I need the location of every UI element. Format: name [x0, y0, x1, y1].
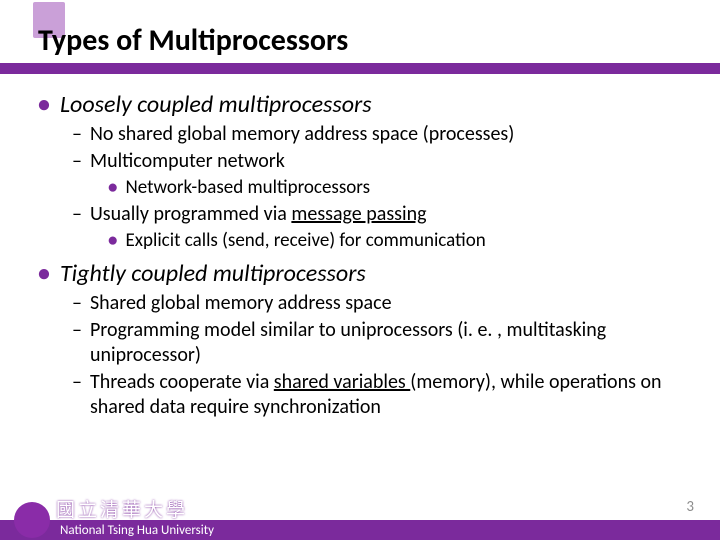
bullet-icon: •: [38, 90, 50, 120]
slide-footer: 國立清華大學 National Tsing Hua University 3: [0, 500, 720, 540]
bullet-text: Multicomputer network: [90, 149, 285, 174]
bullet-level2: – No shared global memory address space …: [72, 122, 690, 147]
bullet-level2: – Programming model similar to uniproces…: [72, 318, 690, 368]
page-number: 3: [686, 498, 694, 516]
university-name-chinese: 國立清華大學: [56, 495, 188, 522]
slide-content: • Loosely coupled multiprocessors – No s…: [0, 74, 720, 420]
slide-header: Types of Multiprocessors: [0, 0, 720, 59]
bullet-level1: • Loosely coupled multiprocessors: [38, 90, 690, 120]
bullet-icon: •: [38, 259, 50, 289]
bullet-text: Shared global memory address space: [90, 291, 392, 316]
bullet-level3: • Explicit calls (send, receive) for com…: [108, 229, 690, 253]
dash-icon: –: [72, 291, 82, 316]
bullet-level2: – Shared global memory address space: [72, 291, 690, 316]
university-seal-icon: [14, 502, 50, 538]
bullet-icon: •: [108, 229, 117, 253]
bullet-level2: – Threads cooperate via shared variables…: [72, 370, 690, 420]
university-name: National Tsing Hua University: [60, 523, 214, 538]
bullet-text: Threads cooperate via shared variables (…: [90, 370, 690, 420]
bullet-level3: • Network-based multiprocessors: [108, 176, 690, 200]
dash-icon: –: [72, 122, 82, 147]
bullet-text: Explicit calls (send, receive) for commu…: [125, 229, 485, 253]
bullet-icon: •: [108, 176, 117, 200]
bullet-level1: • Tightly coupled multiprocessors: [38, 259, 690, 289]
bullet-text: Tightly coupled multiprocessors: [60, 259, 366, 289]
bullet-text: Programming model similar to uniprocesso…: [90, 318, 690, 368]
bullet-text: Usually programmed via message passing: [90, 202, 427, 227]
dash-icon: –: [72, 202, 82, 227]
dash-icon: –: [72, 318, 82, 368]
dash-icon: –: [72, 370, 82, 420]
underlined-text: message passing: [291, 202, 426, 226]
bullet-text: Network-based multiprocessors: [125, 176, 370, 200]
bullet-text: No shared global memory address space (p…: [90, 122, 514, 147]
footer-bar: National Tsing Hua University: [0, 520, 720, 540]
underlined-text: shared variables: [274, 370, 410, 394]
bullet-level2: – Usually programmed via message passing: [72, 202, 690, 227]
title-divider: [0, 63, 720, 74]
bullet-text: Loosely coupled multiprocessors: [60, 90, 372, 120]
bullet-level2: – Multicomputer network: [72, 149, 690, 174]
dash-icon: –: [72, 149, 82, 174]
slide-title: Types of Multiprocessors: [38, 22, 720, 59]
